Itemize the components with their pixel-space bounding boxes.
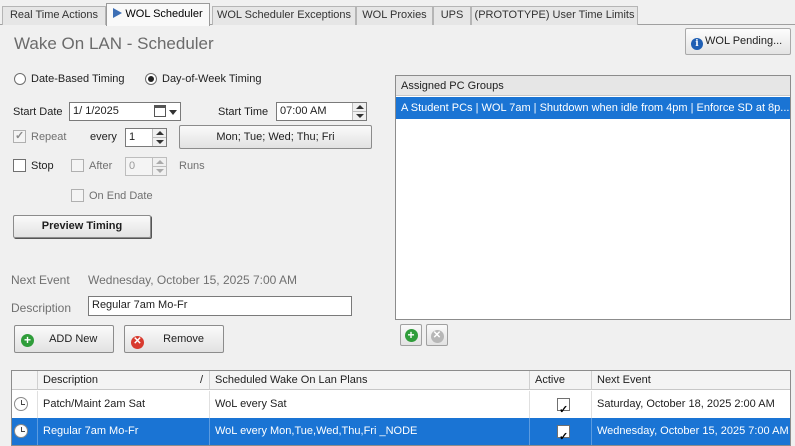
spin-up-icon[interactable] bbox=[156, 131, 164, 135]
clock-icon bbox=[14, 397, 28, 411]
tab-label: UPS bbox=[440, 9, 464, 21]
remove-group-button[interactable]: ✕ bbox=[426, 324, 448, 346]
stop-label: Stop bbox=[31, 160, 54, 172]
sort-indicator: / bbox=[199, 374, 203, 386]
active-checkbox[interactable] bbox=[557, 397, 570, 418]
table-header-description[interactable]: Description / bbox=[38, 371, 210, 390]
tab-user-time-limits[interactable]: (PROTOTYPE) User Time Limits bbox=[471, 6, 638, 25]
repeat-checkbox[interactable] bbox=[13, 129, 26, 143]
start-date-value: 1/ 1/2025 bbox=[73, 105, 119, 117]
row-plan: WoL every Sat bbox=[210, 391, 530, 418]
tab-label: (PROTOTYPE) User Time Limits bbox=[474, 9, 635, 21]
active-checkbox[interactable] bbox=[557, 424, 570, 445]
spin-down-icon[interactable] bbox=[156, 169, 164, 173]
wol-pending-label: WOL Pending... bbox=[705, 35, 783, 47]
after-spinner[interactable] bbox=[152, 158, 166, 175]
schedule-table: Description / Scheduled Wake On Lan Plans… bbox=[11, 370, 791, 446]
start-time-spinner[interactable] bbox=[352, 103, 366, 120]
repeat-label: Repeat bbox=[31, 131, 67, 143]
chevron-down-icon[interactable] bbox=[169, 110, 177, 115]
every-spinner[interactable] bbox=[152, 129, 166, 146]
days-of-week-button[interactable]: Mon; Tue; Wed; Thu; Fri bbox=[179, 125, 372, 149]
spin-up-icon[interactable] bbox=[356, 105, 364, 109]
header-label: Description bbox=[43, 374, 99, 386]
table-header-icon-col bbox=[12, 371, 38, 390]
plus-icon: + bbox=[404, 329, 418, 342]
spin-down-icon[interactable] bbox=[156, 140, 164, 144]
day-of-week-radio[interactable] bbox=[145, 73, 157, 85]
remove-icon: ✕ bbox=[131, 336, 144, 349]
remove-icon: ✕ bbox=[430, 330, 444, 343]
wol-pending-button[interactable]: i WOL Pending... bbox=[685, 28, 791, 55]
clock-icon bbox=[14, 424, 28, 438]
assigned-pc-groups-list[interactable]: Assigned PC Groups A Student PCs | WOL 7… bbox=[395, 75, 791, 320]
tab-wol-scheduler-exceptions[interactable]: WOL Scheduler Exceptions bbox=[212, 6, 356, 25]
description-label: Description bbox=[11, 301, 72, 315]
after-value: 0 bbox=[129, 160, 136, 172]
start-time-label: Start Time bbox=[218, 106, 269, 118]
add-new-label: ADD New bbox=[49, 333, 98, 345]
after-label: After bbox=[89, 160, 113, 172]
row-plan: WoL every Mon,Tue,Wed,Thu,Fri _NODE bbox=[210, 418, 530, 445]
add-group-button[interactable]: + bbox=[400, 324, 422, 346]
preview-timing-button[interactable]: Preview Timing bbox=[13, 215, 151, 238]
start-time-value: 07:00 AM bbox=[280, 105, 327, 117]
remove-button[interactable]: ✕ Remove bbox=[124, 325, 224, 353]
add-new-button[interactable]: + ADD New bbox=[14, 325, 114, 353]
table-row[interactable]: Regular 7am Mo-Fr WoL every Mon,Tue,Wed,… bbox=[12, 418, 790, 445]
scheduler-panel: Wake On LAN - Scheduler i WOL Pending... … bbox=[0, 25, 795, 446]
play-arrow-icon bbox=[113, 8, 123, 18]
tab-wol-proxies[interactable]: WOL Proxies bbox=[356, 6, 433, 25]
description-input[interactable]: Regular 7am Mo-Fr bbox=[88, 296, 352, 316]
table-header-active[interactable]: Active bbox=[530, 371, 592, 390]
list-item[interactable]: A Student PCs | WOL 7am | Shutdown when … bbox=[396, 97, 790, 119]
list-header: Assigned PC Groups bbox=[396, 76, 790, 96]
remove-label: Remove bbox=[163, 333, 205, 345]
every-stepper[interactable]: 1 bbox=[125, 128, 167, 147]
day-of-week-label: Day-of-Week Timing bbox=[162, 73, 262, 85]
tab-label: WOL Proxies bbox=[362, 9, 427, 21]
start-date-label: Start Date bbox=[13, 106, 63, 118]
tab-ups[interactable]: UPS bbox=[433, 6, 471, 25]
tab-label: WOL Scheduler bbox=[125, 8, 203, 20]
tab-label: Real Time Actions bbox=[9, 9, 99, 21]
after-runs-stepper[interactable]: 0 bbox=[125, 157, 167, 176]
runs-label: Runs bbox=[179, 160, 205, 172]
every-label: every bbox=[90, 131, 117, 143]
start-time-field[interactable]: 07:00 AM bbox=[276, 102, 367, 121]
spin-up-icon[interactable] bbox=[156, 160, 164, 164]
next-event-label: Next Event bbox=[11, 273, 70, 287]
row-description: Patch/Maint 2am Sat bbox=[38, 391, 210, 418]
row-next-event: Saturday, October 18, 2025 2:00 AM bbox=[597, 398, 775, 410]
start-date-picker[interactable]: 1/ 1/2025 bbox=[69, 102, 181, 121]
date-based-radio[interactable] bbox=[14, 73, 26, 85]
tab-real-time-actions[interactable]: Real Time Actions bbox=[2, 6, 106, 25]
table-row[interactable]: Patch/Maint 2am Sat WoL every Sat Saturd… bbox=[12, 391, 790, 418]
every-value: 1 bbox=[129, 131, 136, 143]
table-header-next-event[interactable]: Next Event bbox=[592, 371, 790, 390]
calendar-icon[interactable] bbox=[154, 105, 166, 117]
row-next-event: Wednesday, October 15, 2025 7:00 AM bbox=[597, 425, 789, 437]
date-based-label: Date-Based Timing bbox=[31, 73, 125, 85]
on-end-date-label: On End Date bbox=[89, 190, 153, 202]
after-checkbox[interactable] bbox=[71, 159, 84, 172]
stop-checkbox[interactable] bbox=[13, 159, 26, 172]
next-event-value: Wednesday, October 15, 2025 7:00 AM bbox=[88, 273, 298, 287]
info-icon: i bbox=[691, 38, 703, 50]
days-button-label: Mon; Tue; Wed; Thu; Fri bbox=[216, 131, 335, 143]
spin-down-icon[interactable] bbox=[356, 114, 364, 118]
page-title: Wake On LAN - Scheduler bbox=[14, 34, 214, 53]
plus-icon: + bbox=[21, 334, 34, 347]
on-end-date-checkbox[interactable] bbox=[71, 189, 84, 202]
description-value: Regular 7am Mo-Fr bbox=[92, 299, 188, 311]
preview-label: Preview Timing bbox=[41, 220, 123, 232]
row-description: Regular 7am Mo-Fr bbox=[38, 418, 210, 445]
tab-label: WOL Scheduler Exceptions bbox=[216, 9, 352, 21]
tab-bar: Real Time Actions WOL Scheduler WOL Sche… bbox=[0, 0, 795, 26]
table-header-plans[interactable]: Scheduled Wake On Lan Plans bbox=[210, 371, 530, 390]
tab-wol-scheduler[interactable]: WOL Scheduler bbox=[106, 3, 210, 26]
